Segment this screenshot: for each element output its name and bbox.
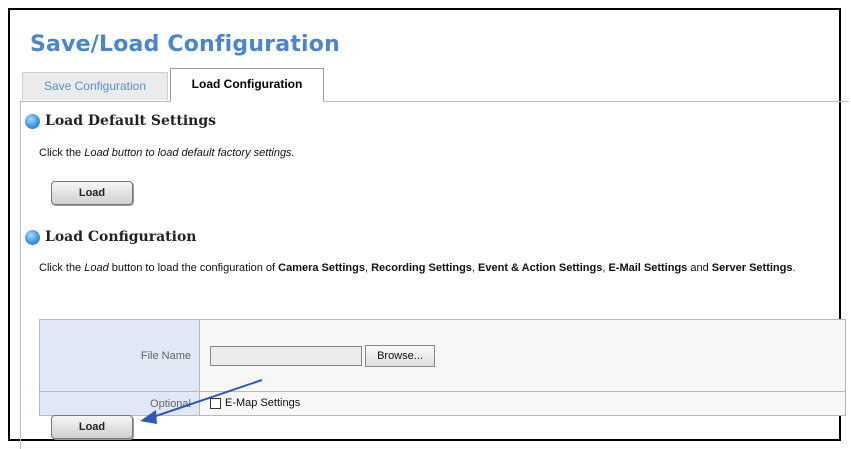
desc-text: Click the	[39, 147, 85, 159]
load-default-description: Click the Load button to load default fa…	[39, 146, 295, 160]
desc-bold-camera: Camera Settings	[278, 262, 365, 274]
load-config-form: File Name Browse... Optional E-Map Setti…	[39, 319, 846, 416]
desc-text-italic: Load button to load default factory sett…	[84, 147, 295, 159]
file-name-input[interactable]	[210, 345, 362, 366]
optional-cell: E-Map Settings	[199, 391, 846, 416]
emap-checkbox-label[interactable]: E-Map Settings	[225, 398, 300, 410]
blue-bullet-icon	[25, 230, 40, 245]
tab-load-configuration[interactable]: Load Configuration	[170, 68, 324, 102]
load-configuration-description: Click the Load button to load the config…	[39, 261, 849, 275]
load-default-button[interactable]: Load	[51, 181, 133, 205]
tab-bar: Save Configuration Load Configuration	[20, 68, 849, 102]
desc-bold-server: Server Settings	[711, 262, 793, 274]
file-name-row: File Name Browse...	[39, 319, 846, 392]
page-title: Save/Load Configuration	[30, 32, 340, 57]
desc-bold-event: Event & Action Settings	[478, 262, 603, 274]
file-name-cell: Browse...	[199, 319, 846, 392]
load-configuration-button[interactable]: Load	[51, 415, 133, 439]
desc-text: Click the	[39, 262, 85, 274]
desc-bold-email: E-Mail Settings	[608, 262, 688, 274]
optional-row: Optional E-Map Settings	[39, 391, 846, 416]
desc-bold-recording: Recording Settings	[371, 262, 472, 274]
config-window: Save/Load Configuration Save Configurati…	[8, 8, 849, 449]
load-configuration-heading: Load Configuration	[25, 229, 197, 245]
desc-text-italic: Load	[84, 262, 109, 274]
tab-save-configuration[interactable]: Save Configuration	[22, 72, 168, 100]
load-configuration-heading-text: Load Configuration	[45, 229, 197, 245]
optional-label: Optional	[39, 391, 200, 416]
file-name-label: File Name	[39, 319, 200, 392]
desc-text: .	[792, 262, 796, 274]
blue-bullet-icon	[25, 114, 40, 129]
emap-checkbox[interactable]	[210, 398, 221, 410]
load-default-heading-text: Load Default Settings	[45, 113, 217, 129]
browse-button[interactable]: Browse...	[365, 344, 435, 367]
load-default-heading: Load Default Settings	[25, 113, 217, 129]
desc-text: button to load the configuration of	[108, 262, 279, 274]
load-configuration-panel: Load Default Settings Click the Load but…	[20, 101, 850, 449]
desc-text: and	[687, 262, 712, 274]
